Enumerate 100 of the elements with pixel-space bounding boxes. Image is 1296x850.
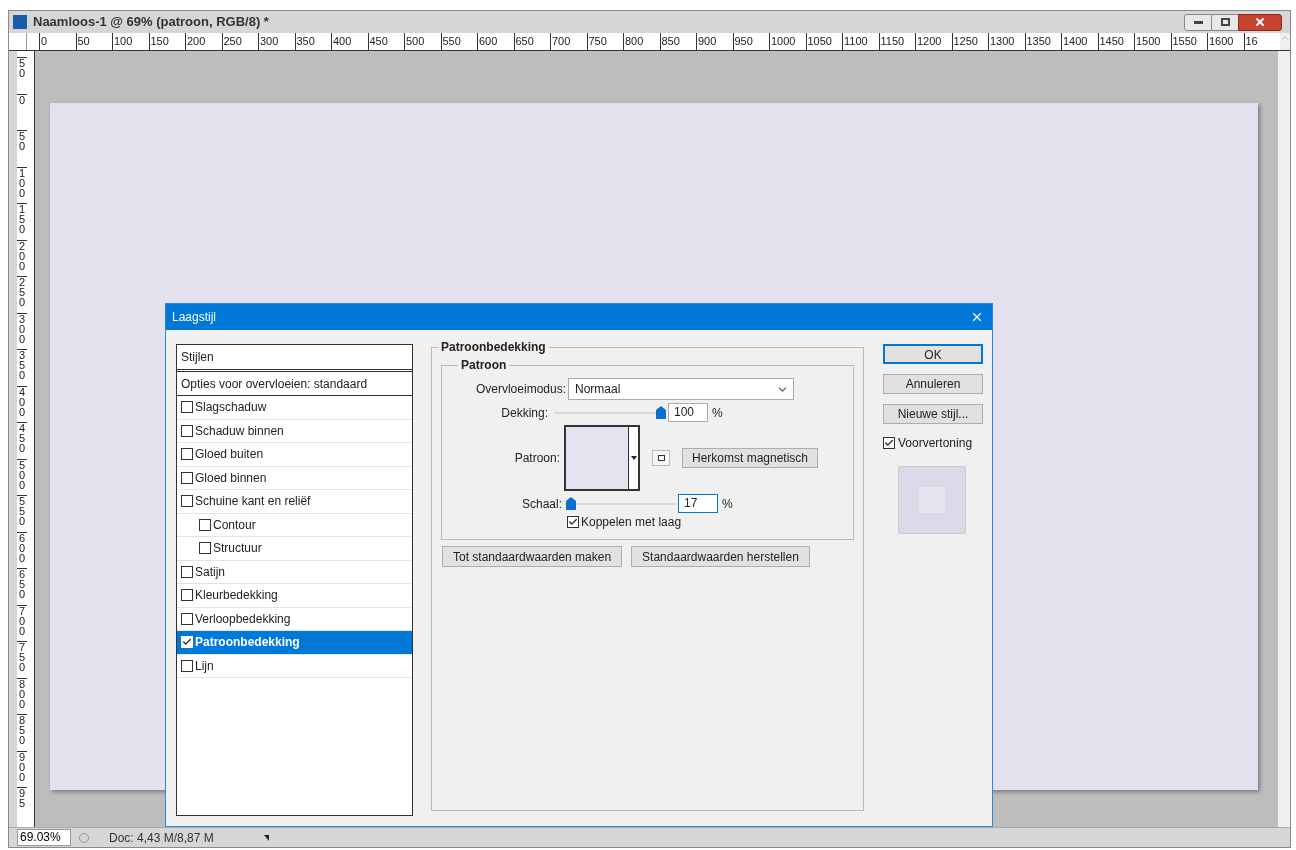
slider[interactable] (564, 496, 676, 511)
checkbox[interactable] (181, 401, 193, 414)
checkbox[interactable] (181, 471, 193, 484)
style-list-item[interactable]: Satijn (177, 560, 412, 584)
ruler-label: 0 (17, 93, 27, 130)
ruler-label: 1100 (842, 33, 879, 50)
checkbox[interactable] (181, 612, 193, 625)
ruler-label: 50 (17, 57, 27, 94)
style-list-item[interactable]: Patroonbedekking (177, 631, 412, 655)
checkbox[interactable] (567, 516, 579, 528)
check-icon (182, 637, 192, 648)
check-icon (568, 517, 578, 527)
link-checkbox[interactable]: Koppelen met laag (567, 513, 682, 531)
ruler-label: 350 (17, 349, 27, 386)
ruler-label: 1600 (1207, 33, 1244, 50)
list-header[interactable]: Stijlen (177, 345, 412, 372)
style-list-item[interactable]: Kleurbedekking (177, 584, 412, 608)
group-title: Patroon (460, 357, 508, 374)
ruler-label: 550 (440, 33, 477, 50)
ruler-label: 650 (17, 568, 27, 605)
reset-button[interactable]: Tot standaardwaarden maken (442, 546, 623, 567)
minimize-icon (1193, 20, 1203, 24)
blend-mode-dropdown[interactable]: Normaal (568, 378, 794, 400)
ruler-label: 350 (294, 33, 331, 50)
maximize-button[interactable] (1212, 13, 1238, 31)
caret-icon (630, 456, 637, 460)
ruler-label: 850 (659, 33, 696, 50)
value-field[interactable]: 17 (678, 494, 718, 513)
ruler-label: 800 (623, 33, 660, 50)
ruler-label: 1350 (1024, 33, 1061, 50)
slider-thumb[interactable] (566, 496, 577, 510)
ruler-label: 750 (17, 641, 27, 678)
dialog-title: Laagstijl (172, 309, 217, 326)
pattern-picker[interactable] (564, 425, 640, 491)
style-list-item[interactable]: Schaduw binnen (177, 419, 412, 443)
new-preset-icon[interactable] (652, 450, 670, 466)
style-list-item[interactable]: Gloed binnen (177, 466, 412, 490)
style-list-item[interactable]: Lijn (177, 654, 412, 678)
ruler-label: 50 (75, 33, 112, 50)
dialog-button[interactable]: Annuleren (883, 374, 983, 394)
ruler-label: 500 (404, 33, 441, 50)
ruler-label: 100 (112, 33, 149, 50)
ruler-label: 1500 (1134, 33, 1171, 50)
checkbox[interactable] (181, 448, 193, 461)
ruler-label: 800 (17, 677, 27, 714)
checkbox[interactable] (181, 565, 193, 578)
style-list-item[interactable]: Slagschaduw (177, 396, 412, 420)
unit-label: % (712, 404, 723, 422)
zoom-field[interactable]: 69.03% (17, 829, 71, 846)
close-icon[interactable] (970, 310, 984, 324)
maximize-icon (1220, 18, 1230, 26)
field-label: Overvloeimodus: (474, 381, 567, 398)
ruler-label: 0 (39, 33, 76, 50)
app-icon (13, 15, 27, 29)
style-list-item[interactable]: Structuur (177, 537, 412, 561)
ruler-label: 700 (550, 33, 587, 50)
ruler-label: 300 (17, 312, 27, 349)
pattern-swatch (566, 427, 628, 489)
ruler-label: 150 (17, 203, 27, 240)
dialog-button[interactable]: Nieuwe stijl... (883, 404, 983, 424)
list-item[interactable]: Opties voor overvloeien: standaard (177, 372, 412, 396)
slider[interactable] (554, 405, 666, 420)
ruler-label: 450 (367, 33, 404, 50)
preview-checkbox[interactable]: Voorvertoning (883, 434, 973, 452)
preview-thumbnail (898, 466, 966, 534)
checkbox[interactable] (199, 518, 211, 531)
ruler-label: 400 (17, 385, 27, 422)
style-list-item[interactable]: Gloed buiten (177, 443, 412, 467)
style-list-item[interactable]: Schuine kant en reliëf (177, 490, 412, 514)
check-icon (884, 438, 894, 448)
document-info: Doc: 4,43 M/8,87 M (109, 829, 214, 847)
section-title: Patroonbedekking (440, 339, 547, 356)
slider-thumb[interactable] (656, 405, 666, 419)
checkbox[interactable] (181, 495, 193, 508)
unit-label: % (722, 495, 733, 513)
close-button[interactable] (1238, 13, 1282, 31)
checkbox[interactable] (181, 589, 193, 602)
ruler-label: 1300 (988, 33, 1025, 50)
ruler-label: 1150 (878, 33, 915, 50)
ruler-label: 600 (17, 531, 27, 568)
ruler-label: 900 (696, 33, 733, 50)
value-field[interactable]: 100 (668, 403, 708, 422)
checkbox[interactable] (199, 542, 211, 555)
window-title: Naamloos-1 @ 69% (patroon, RGB/8) * (33, 13, 269, 32)
checkbox[interactable] (181, 659, 193, 672)
vertical-scrollbar[interactable] (1278, 51, 1290, 827)
reset-button[interactable]: Standaardwaarden herstellen (631, 546, 810, 567)
checkbox[interactable] (883, 437, 895, 449)
ruler-label: 400 (331, 33, 368, 50)
ruler-label: 300 (258, 33, 295, 50)
checkbox[interactable] (181, 424, 193, 437)
menu-arrow-icon[interactable] (263, 834, 269, 841)
ruler-label: 550 (17, 495, 27, 532)
dialog-button[interactable]: OK (883, 344, 983, 364)
ruler-label: 200 (185, 33, 222, 50)
style-list-item[interactable]: Contour (177, 513, 412, 537)
minimize-button[interactable] (1184, 13, 1212, 31)
ruler-label: 1450 (1097, 33, 1134, 50)
snap-origin-button[interactable]: Herkomst magnetisch (682, 448, 819, 468)
scroll-up-icon (1280, 33, 1290, 43)
